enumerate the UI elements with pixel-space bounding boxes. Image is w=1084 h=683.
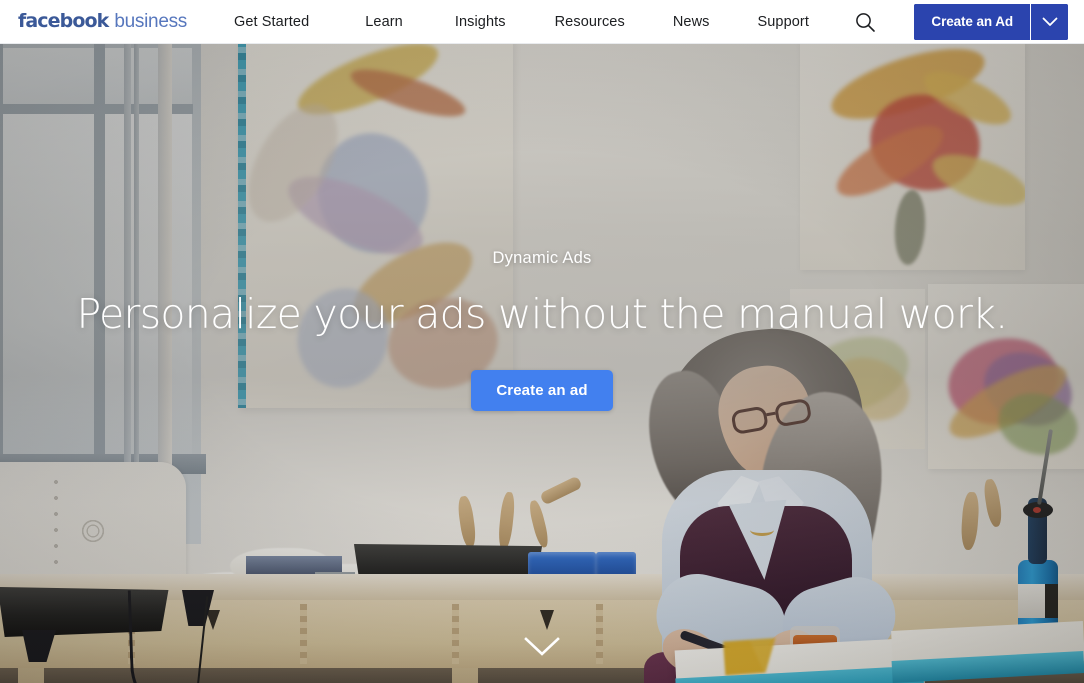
nav-item-learn[interactable]: Learn <box>365 14 403 30</box>
search-button[interactable] <box>850 7 880 37</box>
wall-painting-large-left <box>238 44 513 408</box>
create-an-ad-group: Create an Ad <box>914 3 1068 40</box>
logo-business-text: business <box>114 11 187 32</box>
window-mullion-secondary <box>134 44 139 514</box>
primary-nav-list: Get Started Learn Insights Resources New… <box>234 14 809 30</box>
window-mullion <box>124 44 131 514</box>
nav-item-news[interactable]: News <box>673 14 710 30</box>
hero-background-photo <box>0 44 1084 683</box>
page-root: facebook business Get Started Learn Insi… <box>0 0 1084 683</box>
facebook-business-logo[interactable]: facebook business <box>18 10 187 33</box>
wall-painting-pink-lower-right <box>928 284 1084 469</box>
necklace <box>750 524 774 536</box>
chevron-down-icon <box>1042 17 1057 26</box>
nav-item-get-started[interactable]: Get Started <box>234 14 309 30</box>
scroll-down-button[interactable] <box>523 636 561 663</box>
create-an-ad-dropdown-toggle[interactable] <box>1030 3 1068 40</box>
artist-figure <box>600 320 920 683</box>
wall-painting-orange-top-right <box>800 44 1025 270</box>
hero-section: Dynamic Ads Personalize your ads without… <box>0 44 1084 683</box>
nav-right-cluster: Create an Ad <box>850 3 1068 40</box>
hero-create-an-ad-button[interactable]: Create an ad <box>471 370 613 411</box>
search-icon <box>856 12 876 32</box>
top-navigation-bar: facebook business Get Started Learn Insi… <box>0 0 1084 44</box>
canister-label <box>1018 584 1058 618</box>
create-an-ad-button[interactable]: Create an Ad <box>914 3 1030 40</box>
nav-item-resources[interactable]: Resources <box>555 14 625 30</box>
nav-item-insights[interactable]: Insights <box>455 14 506 30</box>
logo-facebook-text: facebook <box>18 10 109 32</box>
chevron-down-icon <box>524 637 560 656</box>
nav-item-support[interactable]: Support <box>758 14 810 30</box>
panel-fan-vent <box>78 516 108 546</box>
